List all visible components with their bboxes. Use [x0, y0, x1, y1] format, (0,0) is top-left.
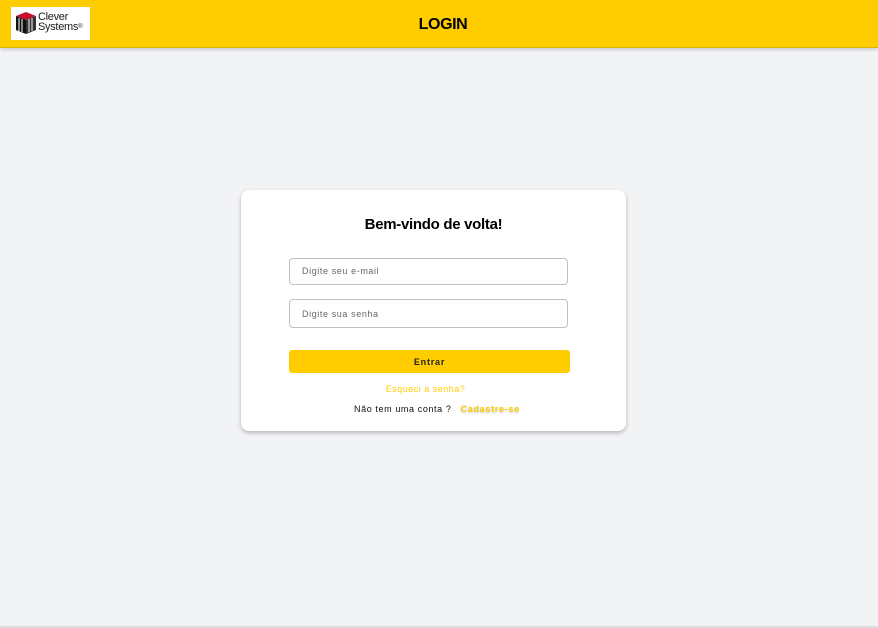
- login-card: Bem-vindo de volta! Entrar Esqueci a sen…: [241, 190, 626, 431]
- enter-button[interactable]: Entrar: [289, 350, 570, 373]
- forgot-password-link[interactable]: Esqueci a senha?: [241, 384, 610, 394]
- page-title: LOGIN: [418, 16, 468, 33]
- email-field[interactable]: [289, 258, 568, 285]
- password-field[interactable]: [289, 299, 568, 328]
- signup-link[interactable]: Cadastre-se: [461, 404, 520, 414]
- welcome-heading: Bem-vindo de volta!: [364, 216, 503, 233]
- no-account-text: Não tem uma conta ?: [354, 404, 452, 414]
- top-bar: Clever Systems® LOGIN: [0, 0, 878, 48]
- signup-row: Não tem uma conta ? Cadastre-se: [354, 404, 520, 414]
